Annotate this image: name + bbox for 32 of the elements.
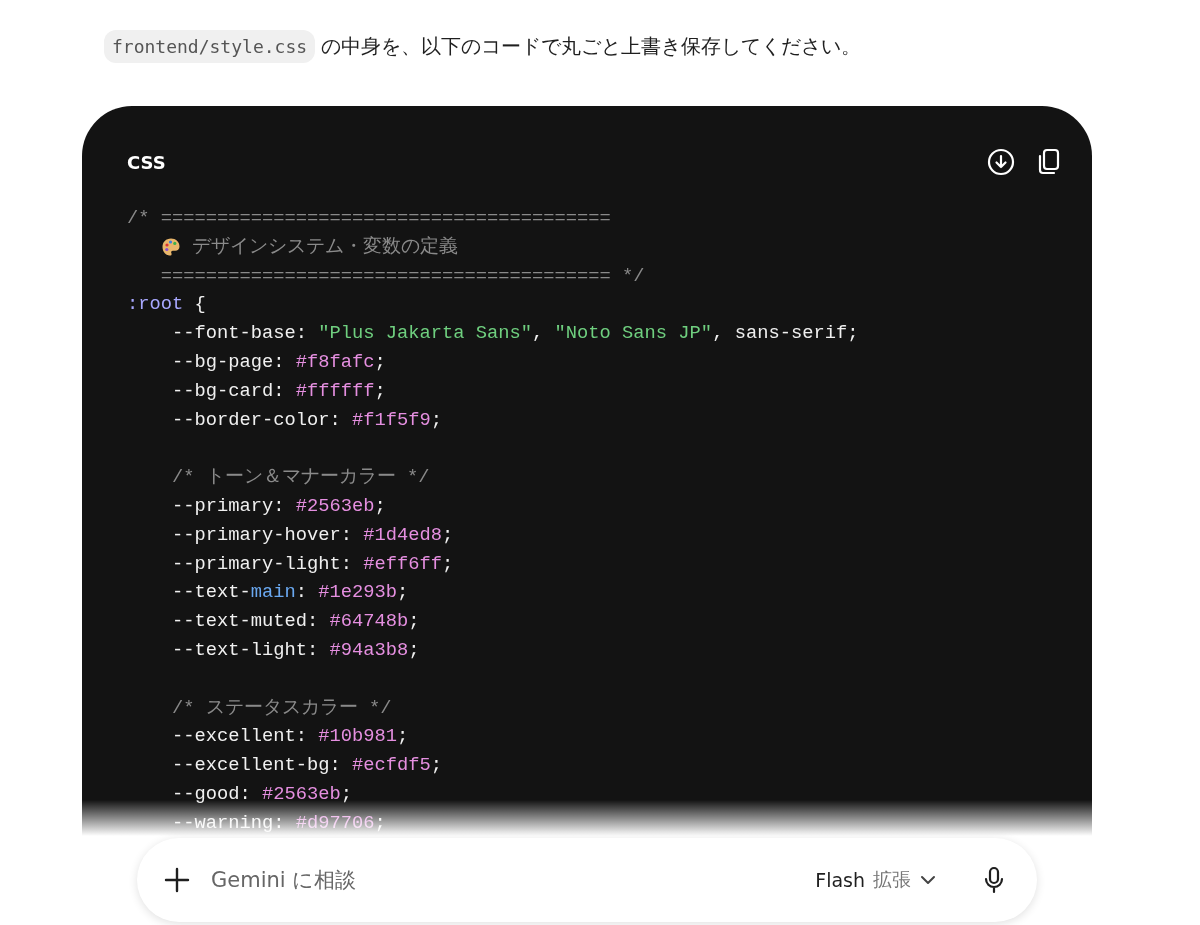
plus-icon bbox=[164, 867, 190, 893]
code-line: --good: #2563eb; bbox=[171, 781, 353, 807]
code-chip: frontend/style.css bbox=[104, 29, 316, 63]
code-line: --bg-page: #f8fafc; bbox=[171, 350, 386, 375]
code-line: --primary-hover: #1d4ed8; bbox=[171, 522, 454, 548]
code-line: /* ======================================== bbox=[127, 206, 611, 231]
download-button[interactable] bbox=[986, 147, 1016, 177]
code-line: ======================================== */ bbox=[159, 263, 645, 289]
code-line: --primary-light: #eff6ff; bbox=[171, 551, 454, 577]
code-line: --text-light: #94a3b8; bbox=[171, 637, 420, 663]
palette-icon bbox=[160, 237, 181, 258]
chevron-down-icon bbox=[919, 874, 937, 886]
instruction-text: の中身を、以下のコードで丸ごと上書き保存してください。 bbox=[321, 32, 862, 60]
code-line: /* トーン＆マナーカラー */ bbox=[171, 465, 430, 491]
code-line: --primary: #2563eb; bbox=[171, 493, 386, 519]
download-icon bbox=[987, 148, 1015, 176]
code-line: --bg-card: #ffffff; bbox=[171, 378, 386, 404]
prompt-input[interactable]: Gemini に相談 bbox=[209, 867, 810, 893]
language-label: CSS bbox=[127, 151, 166, 173]
model-selector[interactable]: Flash 拡張 bbox=[809, 867, 943, 893]
copy-icon bbox=[1037, 148, 1061, 176]
code-line: --excellent-bg: #ecfdf5; bbox=[171, 753, 443, 779]
code-line: デザインシステム・変数の定義 bbox=[127, 232, 458, 262]
code-line: :root { bbox=[127, 292, 206, 318]
code-line: --font-base: "Plus Jakarta Sans", "Noto Sans JP", sans-serif; bbox=[171, 321, 859, 347]
code-line: --border-color: #f1f5f9; bbox=[171, 407, 443, 433]
code-line: /* ステータスカラー */ bbox=[171, 695, 392, 721]
code-line: --text-muted: #64748b; bbox=[171, 609, 420, 635]
code-line: --warning: #d97706; bbox=[171, 810, 386, 836]
code-line: --excellent: #10b981; bbox=[171, 724, 409, 750]
code-line: --text-main: #1e293b; bbox=[171, 580, 409, 606]
microphone-icon bbox=[984, 866, 1004, 894]
